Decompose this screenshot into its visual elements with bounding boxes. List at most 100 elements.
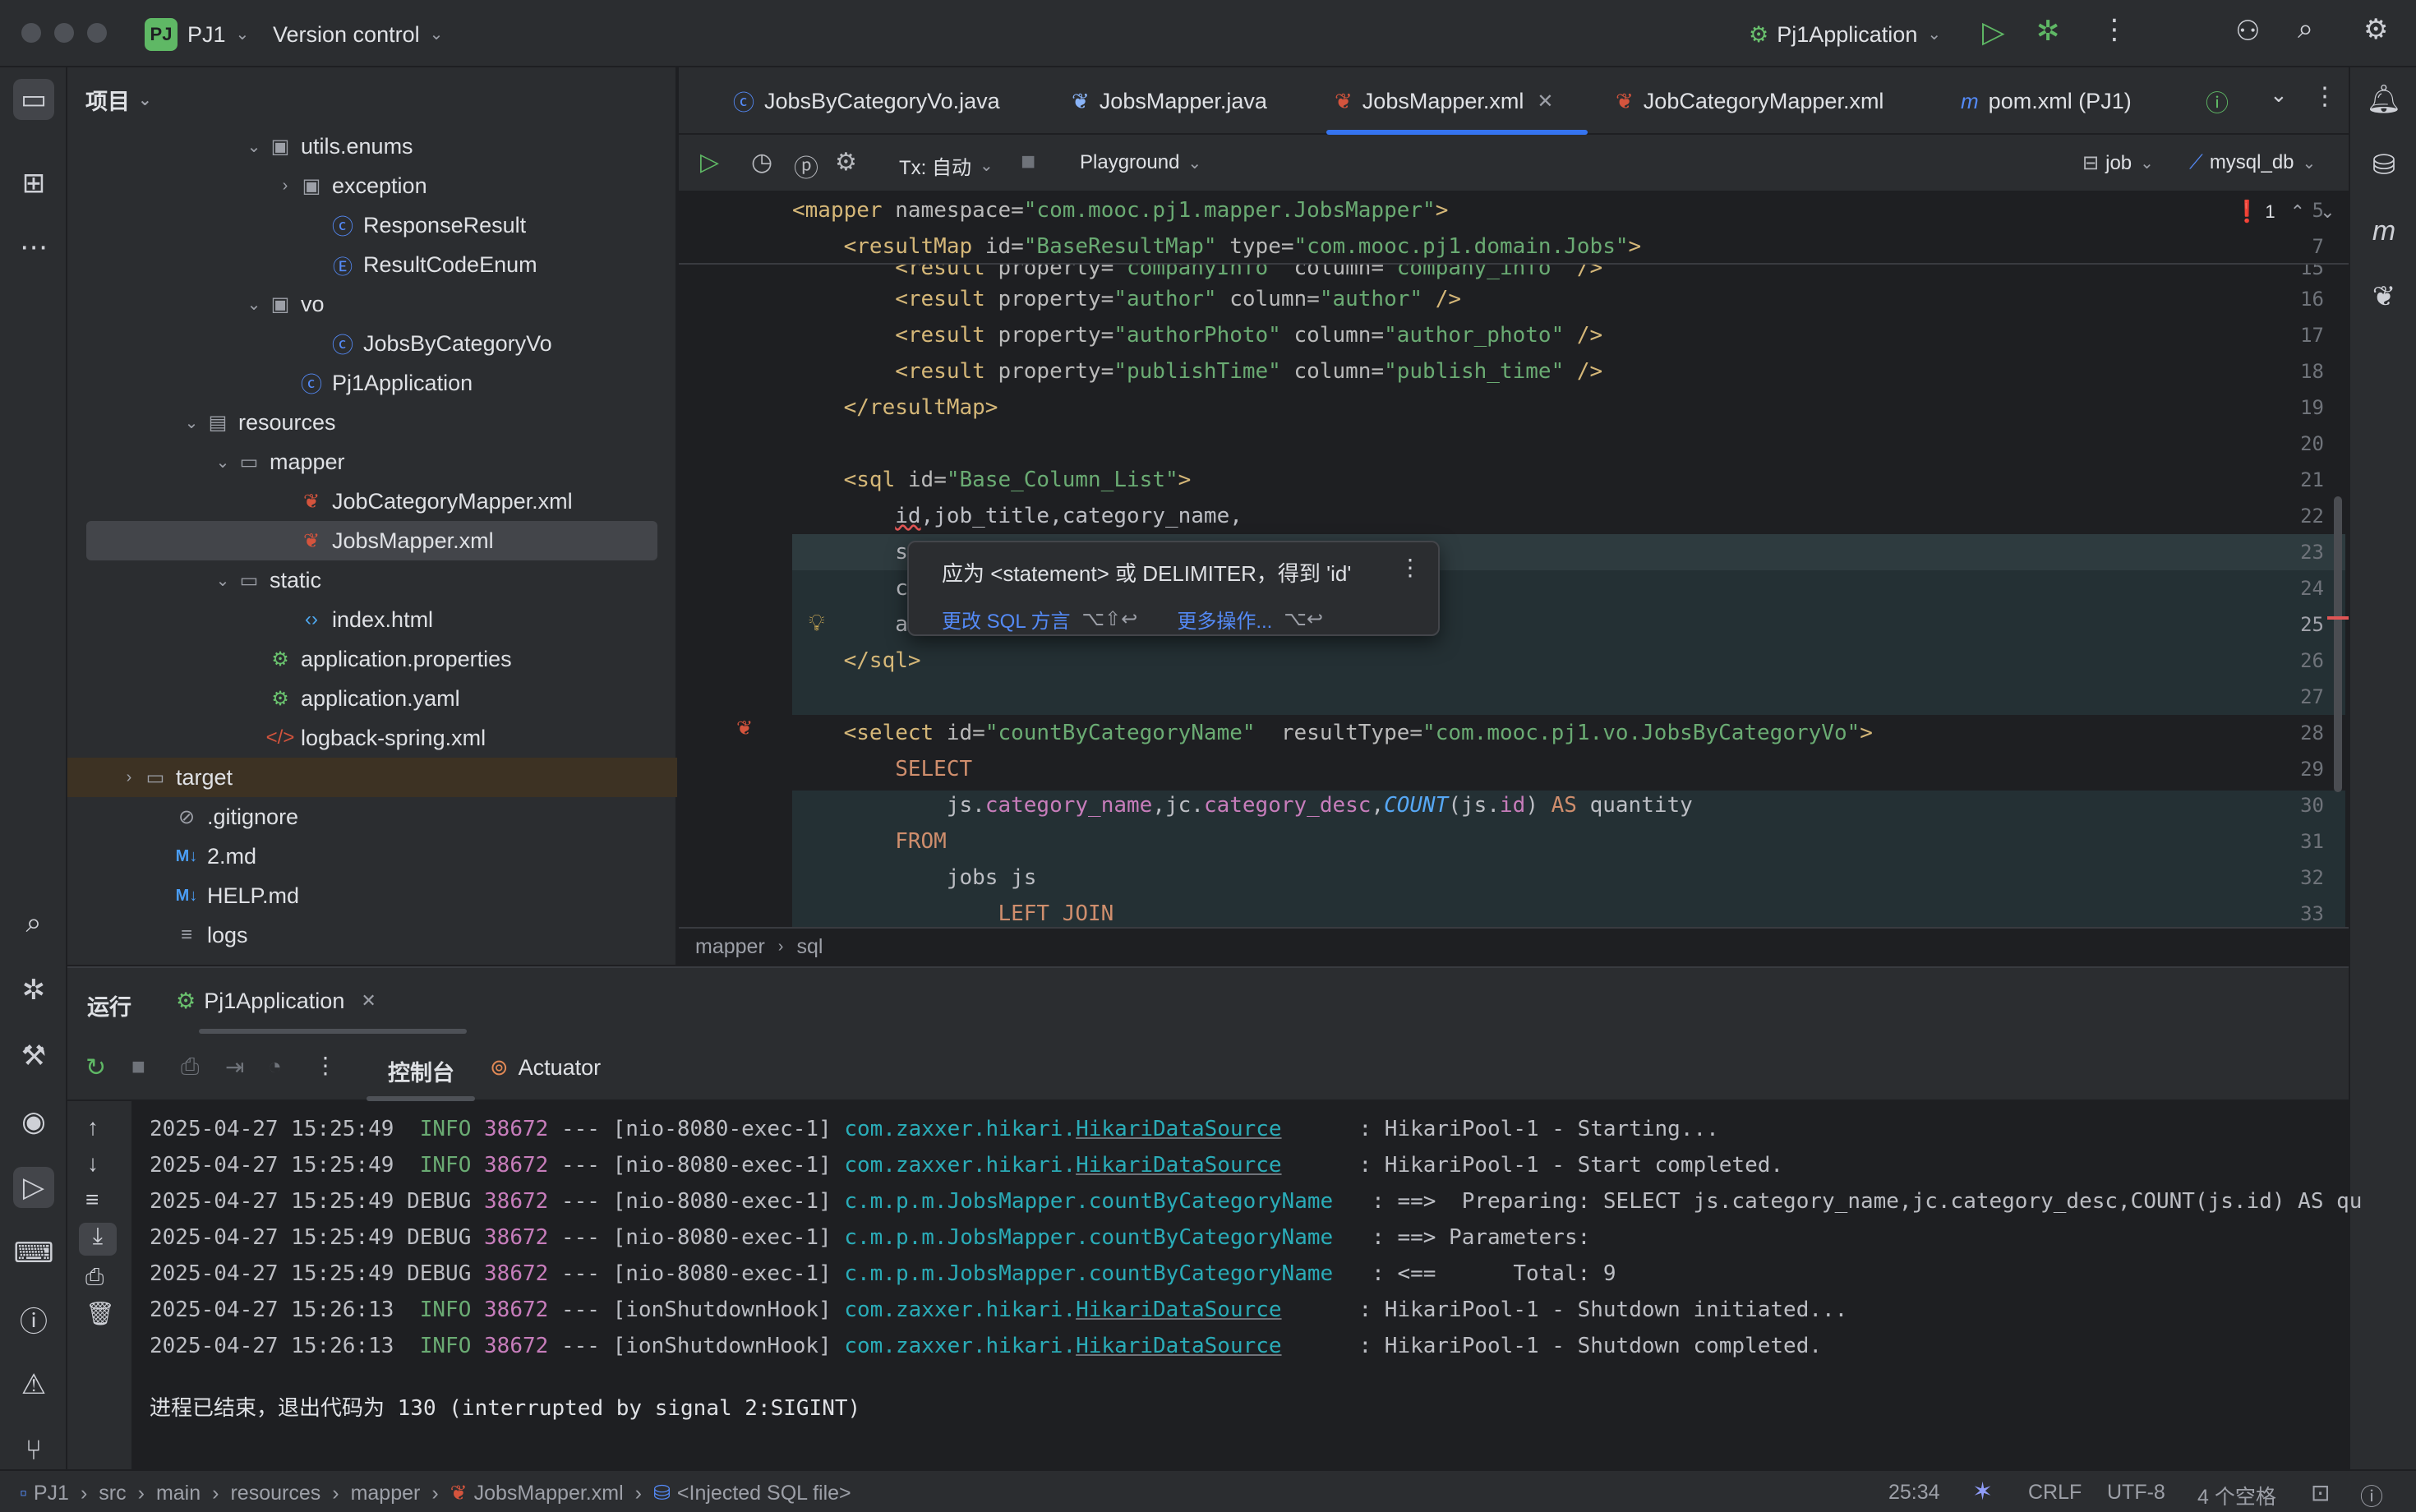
- chevron-right-icon[interactable]: ›: [273, 177, 297, 196]
- problems-icon[interactable]: ⓘ: [13, 1298, 54, 1339]
- log-class-link[interactable]: HikariDataSource: [1076, 1153, 1281, 1178]
- log-class-link[interactable]: HikariDataSource: [1076, 1334, 1281, 1358]
- problems-indicator[interactable]: ❗ 1 ⌃ ⌄: [2234, 199, 2335, 224]
- tree-item[interactable]: M↓ HELP.md: [148, 876, 299, 915]
- chevron-down-icon[interactable]: ⌄: [242, 294, 266, 315]
- tree-item[interactable]: ⓒ Pj1Application: [273, 363, 473, 403]
- status-path-item[interactable]: src: [99, 1482, 126, 1505]
- run-config-tab[interactable]: ⚙ Pj1Application ✕: [176, 984, 376, 1017]
- tree-item[interactable]: ⌄ ▭ mapper: [210, 442, 345, 482]
- tree-item[interactable]: </> logback-spring.xml: [242, 718, 486, 758]
- log-class[interactable]: com.zaxxer.hikari.: [844, 1117, 1076, 1141]
- run-config-selector[interactable]: ⚙ Pj1Application ⌄: [1749, 18, 1941, 51]
- tree-item[interactable]: ⌄ ▤ resources: [179, 403, 336, 442]
- scroll-up-icon[interactable]: ↑: [87, 1114, 99, 1141]
- export-icon[interactable]: ⇥: [225, 1053, 244, 1081]
- tree-item[interactable]: M↓ 2.md: [148, 837, 256, 876]
- more-actions-icon[interactable]: ⋮: [2100, 13, 2128, 46]
- tree-item[interactable]: ❦ JobCategoryMapper.xml: [273, 482, 573, 521]
- next-problem-icon[interactable]: ⌄: [2320, 201, 2335, 223]
- coverage-icon[interactable]: ◔: [268, 1053, 282, 1080]
- log-class-link[interactable]: HikariDataSource: [1076, 1298, 1281, 1322]
- popup-more-icon[interactable]: ⋮: [1399, 554, 1422, 581]
- tree-item[interactable]: ⊘ .gitignore: [148, 797, 298, 837]
- tree-item[interactable]: ⓒ JobsByCategoryVo: [304, 324, 552, 363]
- tree-item[interactable]: ⌄ ▣ utils.enums: [242, 127, 413, 166]
- inspection-ok-icon[interactable]: ⓘ: [2206, 85, 2229, 118]
- build-hammer-icon[interactable]: ⚒: [13, 1035, 54, 1076]
- tx-mode-dropdown[interactable]: Tx: 自动 ⌄: [899, 151, 994, 180]
- stop-icon[interactable]: ■: [131, 1053, 145, 1080]
- problems-status-icon[interactable]: ⓘ: [2360, 1479, 2383, 1512]
- notifications-bell-icon[interactable]: 🔔︎: [2363, 79, 2404, 120]
- tree-item[interactable]: ⚙ application.yaml: [242, 679, 459, 718]
- chevron-down-icon[interactable]: ⌄: [179, 413, 204, 433]
- log-class[interactable]: c.m.p.m.JobsMapper.countByCategoryName: [844, 1261, 1333, 1286]
- status-path-item[interactable]: main: [156, 1482, 201, 1505]
- camera-icon[interactable]: ⎙: [181, 1053, 199, 1081]
- find-icon[interactable]: ⌕: [13, 902, 54, 943]
- add-user-icon[interactable]: ⚇: [2235, 15, 2260, 48]
- maven-icon[interactable]: m: [2363, 210, 2404, 251]
- actuator-tab[interactable]: ⊚ Actuator: [490, 1055, 601, 1081]
- caret-position[interactable]: 25:34: [1888, 1481, 1940, 1505]
- rerun-icon[interactable]: ↻: [85, 1053, 106, 1082]
- status-path-item[interactable]: resources: [230, 1482, 320, 1505]
- readonly-lock-icon[interactable]: ⊡: [2311, 1479, 2330, 1506]
- tree-item[interactable]: ⓒ ResponseResult: [304, 205, 526, 245]
- datasource-dropdown[interactable]: ⟋ mysql_db ⌄: [2189, 151, 2316, 174]
- chevron-down-icon[interactable]: ⌄: [242, 136, 266, 157]
- tree-item[interactable]: ❦ JobsMapper.xml: [273, 521, 494, 560]
- scroll-to-end-icon[interactable]: ⤓: [79, 1223, 117, 1256]
- settings-gear-icon[interactable]: ⚙: [2363, 13, 2388, 46]
- status-path-item[interactable]: mapper: [351, 1482, 421, 1505]
- history-icon[interactable]: ◷: [751, 148, 772, 177]
- mybatis-gutter-icon[interactable]: ❦: [736, 717, 753, 740]
- status-path-item[interactable]: <Injected SQL file>: [677, 1482, 851, 1505]
- line-separator[interactable]: CRLF: [2028, 1481, 2082, 1505]
- search-icon[interactable]: ⌕: [2298, 13, 2313, 45]
- file-encoding[interactable]: UTF-8: [2107, 1481, 2165, 1505]
- tab-jobs-mapper-xml[interactable]: ❦ JobsMapper.xml ✕: [1326, 67, 1588, 135]
- explain-plan-icon[interactable]: ⓟ: [794, 148, 818, 184]
- tree-item[interactable]: › ▣ exception: [273, 166, 427, 205]
- database-icon[interactable]: ⛁: [2363, 145, 2404, 186]
- project-folder-icon[interactable]: ▭: [13, 79, 54, 120]
- lightbulb-icon[interactable]: 💡︎: [809, 610, 825, 637]
- debug-tool-icon[interactable]: ✲: [13, 970, 54, 1011]
- tree-item[interactable]: ≡ logs: [148, 915, 248, 955]
- window-close-button[interactable]: [21, 23, 41, 43]
- log-class[interactable]: com.zaxxer.hikari.: [844, 1298, 1076, 1322]
- close-tab-icon[interactable]: ✕: [1537, 90, 1553, 113]
- tree-item[interactable]: ⚙ application.properties: [242, 639, 511, 679]
- vcs-menu[interactable]: Version control ⌄: [273, 18, 443, 51]
- log-class[interactable]: com.zaxxer.hikari.: [844, 1153, 1076, 1178]
- settings-gear-icon[interactable]: ⚙: [835, 148, 857, 177]
- tabs-more-icon[interactable]: ⋮: [2312, 82, 2337, 111]
- tree-item[interactable]: ⌄ ▭ static: [210, 560, 321, 600]
- chevron-down-icon[interactable]: ⌄: [210, 452, 235, 472]
- tab-job-category-mapper-xml[interactable]: ❦ JobCategoryMapper.xml: [1616, 67, 1883, 135]
- editor-scrollbar[interactable]: [2334, 496, 2342, 792]
- error-stripe-marker[interactable]: [2327, 616, 2349, 620]
- change-dialect-link[interactable]: 更改 SQL 方言: [942, 605, 1070, 634]
- log-class-link[interactable]: HikariDataSource: [1076, 1117, 1281, 1141]
- structure-icon[interactable]: ⊞: [13, 163, 54, 204]
- window-minimize-button[interactable]: [54, 23, 74, 43]
- soft-wrap-icon[interactable]: ≡: [85, 1187, 99, 1213]
- project-switcher[interactable]: PJ1 ⌄: [187, 18, 249, 51]
- more-tools-icon[interactable]: ⋯: [13, 227, 54, 268]
- status-path-item[interactable]: PJ1: [34, 1482, 69, 1505]
- log-class[interactable]: c.m.p.m.JobsMapper.countByCategoryName: [844, 1189, 1333, 1214]
- scroll-down-icon[interactable]: ↓: [87, 1150, 99, 1177]
- git-branch-icon[interactable]: ⑂: [13, 1430, 54, 1471]
- playground-dropdown[interactable]: Playground ⌄: [1080, 151, 1201, 174]
- run-icon[interactable]: ▷: [1982, 15, 2005, 49]
- mybatis-bird-icon[interactable]: ❦: [2363, 276, 2404, 317]
- chevron-right-icon[interactable]: ›: [117, 768, 141, 787]
- tab-jobs-mapper-java[interactable]: ❦ JobsMapper.java: [1072, 67, 1267, 135]
- clear-trash-icon[interactable]: 🗑︎: [85, 1300, 115, 1327]
- project-panel-header[interactable]: 项目 ⌄: [85, 84, 152, 116]
- tree-item[interactable]: › ▭ target: [117, 758, 233, 797]
- run-tool-icon[interactable]: ▷: [13, 1167, 54, 1208]
